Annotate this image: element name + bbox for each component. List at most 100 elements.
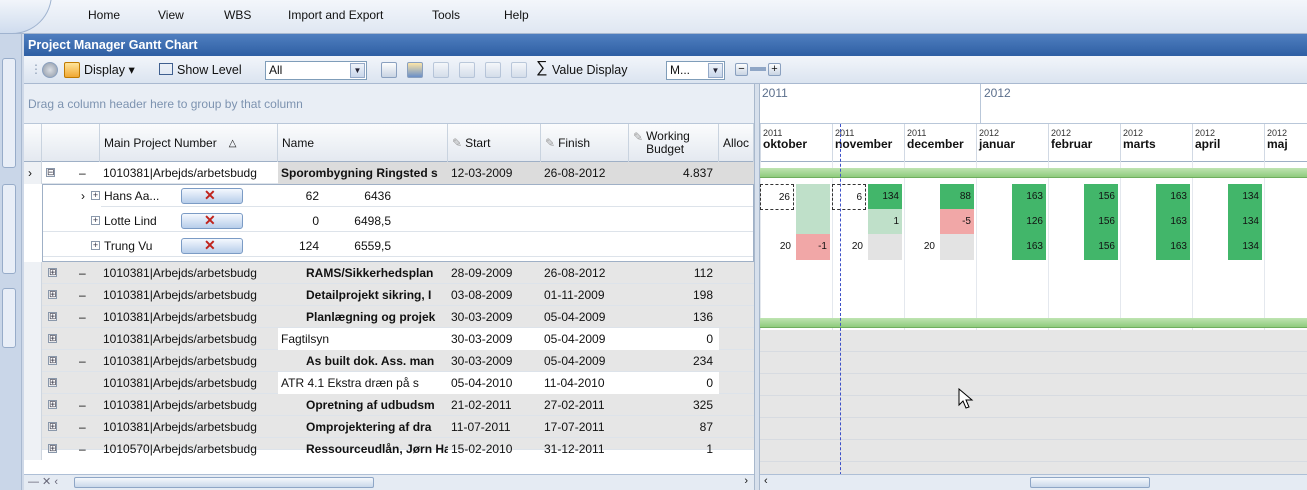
collapse-icon[interactable]: ⊟ bbox=[46, 168, 55, 177]
histogram-cell bbox=[976, 184, 1010, 210]
table-row[interactable]: ⊞ – 1010381|Arbejds/arbetsbudg Omprojekteri… bbox=[24, 416, 754, 438]
scroll-right-icon[interactable]: › bbox=[744, 475, 748, 487]
column-header-start[interactable]: ✎ Start bbox=[448, 124, 541, 162]
cell-budget: 325 bbox=[692, 398, 713, 412]
resource-row[interactable]: + Trung Vu ✕ 124 6559,5 bbox=[43, 235, 753, 257]
table-row[interactable]: ⊞ 1010381|Arbejds/arbetsbudg ATR 4.1 Ekstr… bbox=[24, 372, 754, 394]
menu-bar: Home View WBS Import and Export Tools He… bbox=[0, 0, 1307, 34]
gantt-year-2012: 2012 bbox=[984, 86, 1011, 100]
cell-working-budget: 4.837 bbox=[629, 162, 719, 184]
row-dash: – bbox=[79, 166, 86, 180]
table-row[interactable]: ⊞ – 1010570|Arbejds/arbetsbudg Ressourceudl… bbox=[24, 438, 754, 460]
expand-icon[interactable]: ⊞ bbox=[48, 422, 57, 431]
table-row[interactable]: ⊞ 1010381|Arbejds/arbetsbudg Fagtilsyn 30-0… bbox=[24, 328, 754, 350]
gantt-row-band bbox=[760, 440, 1307, 462]
cell-budget: 198 bbox=[692, 288, 713, 302]
row-dash bbox=[76, 328, 79, 350]
cell-budget: 234 bbox=[692, 354, 713, 368]
expand-icon[interactable]: ⊞ bbox=[48, 312, 57, 321]
table-row[interactable]: ⊞ – 1010381|Arbejds/arbetsbudg RAMS/Sikkerh… bbox=[24, 262, 754, 284]
expand-icon[interactable]: ⊞ bbox=[48, 378, 57, 387]
histogram-cell bbox=[976, 234, 1010, 260]
gantt-summary-bar[interactable] bbox=[760, 318, 1307, 328]
mouse-cursor-icon bbox=[958, 388, 974, 409]
cell-name: Planlægning og projek bbox=[306, 310, 436, 324]
group-by-area[interactable]: Drag a column header here to group by th… bbox=[24, 84, 754, 124]
display-icon[interactable] bbox=[64, 62, 80, 78]
zoom-in-icon[interactable]: + bbox=[768, 63, 781, 76]
histogram-cell: 163 bbox=[1156, 209, 1190, 235]
add-resource-icon[interactable] bbox=[407, 62, 423, 78]
column-header-name[interactable]: Name bbox=[278, 124, 448, 162]
gantt-summary-bar[interactable] bbox=[760, 168, 1307, 178]
column-header-finish[interactable]: ✎ Finish bbox=[541, 124, 629, 162]
expand-icon[interactable]: + bbox=[91, 191, 100, 200]
cell-name: Omprojektering af dra bbox=[306, 420, 432, 434]
grid-horizontal-scrollbar[interactable]: — ✕ ‹ › bbox=[24, 474, 754, 490]
expand-icon[interactable]: ⊞ bbox=[48, 268, 57, 277]
menu-home[interactable]: Home bbox=[88, 8, 120, 22]
expand-icon[interactable]: ⊞ bbox=[48, 400, 57, 409]
column-header-working-budget[interactable]: ✎ Working Budget bbox=[629, 124, 719, 162]
gantt-month-december: 2011 december bbox=[904, 124, 976, 162]
zoom-out-icon[interactable]: − bbox=[735, 63, 748, 76]
chevron-down-icon[interactable]: ▼ bbox=[350, 63, 365, 78]
table-row[interactable]: ⊞ – 1010381|Arbejds/arbetsbudg Detailprojek… bbox=[24, 284, 754, 306]
side-tab-1[interactable] bbox=[2, 58, 16, 168]
histogram-cell: 163 bbox=[1156, 184, 1190, 210]
row-dash: – bbox=[79, 266, 86, 280]
row-dash: – bbox=[79, 288, 86, 302]
cell-name: Opretning af udbudsm bbox=[306, 398, 435, 412]
row-indicator bbox=[24, 350, 42, 372]
histogram-cell bbox=[940, 234, 974, 260]
show-level-combo[interactable]: All ▼ bbox=[265, 61, 367, 80]
table-row[interactable]: › ⊟ – 1010381|Arbejds/arbetsbudg Sporomb… bbox=[24, 162, 754, 184]
column-header-alloc[interactable]: Alloc bbox=[719, 124, 754, 162]
resource-name: Trung Vu bbox=[104, 239, 153, 253]
column-header-finish-label: Finish bbox=[558, 136, 591, 150]
table-row[interactable]: ⊞ – 1010381|Arbejds/arbetsbudg Opretning af… bbox=[24, 394, 754, 416]
menu-help[interactable]: Help bbox=[504, 8, 529, 22]
resource-row[interactable]: + Lotte Lind ✕ 0 6498,5 bbox=[43, 210, 753, 232]
column-header-main-project-number[interactable]: Main Project Number △ bbox=[100, 124, 278, 162]
columns-icon[interactable] bbox=[381, 62, 397, 78]
menu-wbs[interactable]: WBS bbox=[224, 8, 251, 22]
menu-import-export[interactable]: Import and Export bbox=[288, 8, 383, 22]
scroll-left-icon[interactable]: ‹ bbox=[764, 475, 768, 487]
value-display-combo[interactable]: M... ▼ bbox=[666, 61, 725, 80]
sum-icon[interactable]: ∑ bbox=[536, 59, 547, 77]
cell-budget: 136 bbox=[692, 310, 713, 324]
histogram-cell bbox=[1192, 209, 1226, 235]
refresh-icon[interactable] bbox=[42, 62, 58, 78]
menu-tools[interactable]: Tools bbox=[432, 8, 460, 22]
gantt-scroll-thumb[interactable] bbox=[1030, 477, 1150, 488]
application-button[interactable] bbox=[0, 0, 52, 34]
remove-resource-button[interactable]: ✕ bbox=[181, 237, 243, 254]
expand-icon[interactable]: ⊞ bbox=[48, 334, 57, 343]
table-row[interactable]: ⊞ – 1010381|Arbejds/arbetsbudg As built dok… bbox=[24, 350, 754, 372]
expand-icon[interactable]: ⊞ bbox=[48, 444, 57, 453]
header-expand bbox=[42, 124, 100, 162]
gantt-horizontal-scrollbar[interactable]: ‹ bbox=[760, 474, 1307, 490]
chevron-down-icon[interactable]: ▼ bbox=[708, 63, 723, 78]
row-indicator bbox=[24, 306, 42, 328]
gantt-month-februar: 2012 februar bbox=[1048, 124, 1120, 162]
cell-name: As built dok. Ass. man bbox=[306, 354, 435, 368]
resource-row[interactable]: › + Hans Aa... ✕ 62 6436 bbox=[43, 185, 753, 207]
remove-resource-button[interactable]: ✕ bbox=[181, 187, 243, 204]
side-tab-3[interactable] bbox=[2, 288, 16, 348]
expand-icon[interactable]: + bbox=[91, 216, 100, 225]
grid-scroll-thumb[interactable] bbox=[74, 477, 374, 488]
display-dropdown[interactable]: Display ▾ bbox=[84, 61, 135, 79]
table-row[interactable]: ⊞ – 1010381|Arbejds/arbetsbudg Planlægning … bbox=[24, 306, 754, 328]
cell-name: ATR 4.1 Ekstra dræn på s bbox=[278, 372, 448, 394]
side-tab-2[interactable] bbox=[2, 184, 16, 274]
zoom-slider[interactable] bbox=[750, 67, 766, 71]
menu-view[interactable]: View bbox=[158, 8, 184, 22]
show-level-label: Show Level bbox=[177, 63, 242, 77]
expand-icon[interactable]: ⊞ bbox=[48, 356, 57, 365]
remove-resource-button[interactable]: ✕ bbox=[181, 212, 243, 229]
expand-icon[interactable]: ⊞ bbox=[48, 290, 57, 299]
grid-tools-icon[interactable]: — ✕ ‹ bbox=[28, 475, 58, 488]
expand-icon[interactable]: + bbox=[91, 241, 100, 250]
